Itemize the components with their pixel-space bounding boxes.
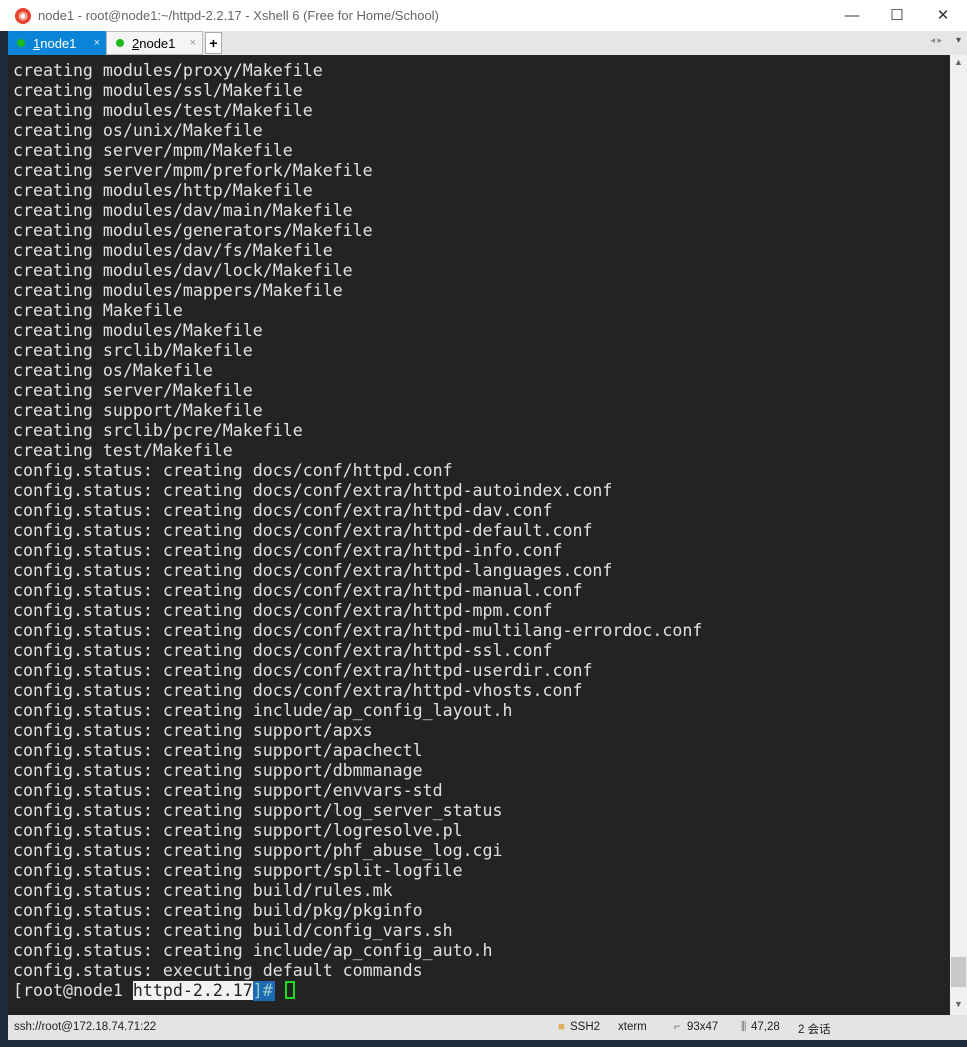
title-bar: ◉ node1 - root@node1:~/httpd-2.2.17 - Xs… xyxy=(0,0,967,31)
terminal-line: creating modules/http/Makefile xyxy=(13,181,313,200)
scroll-up-icon[interactable]: ▲ xyxy=(950,57,967,67)
terminal-line: config.status: creating build/config_var… xyxy=(13,921,453,940)
terminal-line: creating modules/dav/fs/Makefile xyxy=(13,241,333,260)
terminal-line: creating modules/proxy/Makefile xyxy=(13,61,323,80)
terminal-line: config.status: creating support/dbmmanag… xyxy=(13,761,423,780)
terminal-line: config.status: creating docs/conf/extra/… xyxy=(13,621,703,640)
terminal-scrollbar[interactable]: ▲ ▼ xyxy=(950,55,967,1015)
terminal-line: creating support/Makefile xyxy=(13,401,263,420)
close-tab-icon[interactable]: × xyxy=(190,37,196,49)
prompt-suffix: ]# xyxy=(252,981,275,1001)
connected-status-icon xyxy=(116,39,124,47)
terminal-line: config.status: creating support/log_serv… xyxy=(13,801,503,820)
connected-status-icon xyxy=(17,39,25,47)
terminal-line: config.status: creating support/logresol… xyxy=(13,821,463,840)
text-cursor xyxy=(284,981,295,999)
terminal-line: config.status: creating docs/conf/extra/… xyxy=(13,501,553,520)
close-button[interactable]: ✕ xyxy=(920,0,966,31)
terminal-line: config.status: creating docs/conf/extra/… xyxy=(13,681,583,700)
terminal-line: config.status: creating support/phf_abus… xyxy=(13,841,503,860)
window-title: node1 - root@node1:~/httpd-2.2.17 - Xshe… xyxy=(38,8,439,23)
terminal-line: config.status: creating build/pkg/pkginf… xyxy=(13,901,423,920)
terminal-type: xterm xyxy=(618,1021,647,1033)
terminal-line: creating modules/dav/main/Makefile xyxy=(13,201,353,220)
terminal-line: config.status: creating include/ap_confi… xyxy=(13,941,493,960)
terminal-line: creating Makefile xyxy=(13,301,183,320)
maximize-button[interactable]: ☐ xyxy=(874,0,920,31)
terminal-line: creating modules/test/Makefile xyxy=(13,101,313,120)
terminal-line: config.status: executing default command… xyxy=(13,961,423,980)
terminal-line: config.status: creating docs/conf/extra/… xyxy=(13,561,613,580)
terminal-line: config.status: creating support/apachect… xyxy=(13,741,423,760)
terminal-line: creating srclib/Makefile xyxy=(13,341,253,360)
protocol: SSH2 xyxy=(570,1021,601,1033)
terminal-line: config.status: creating docs/conf/httpd.… xyxy=(13,461,453,480)
resize-icon: ⌐ xyxy=(674,1021,681,1033)
terminal-line: config.status: creating docs/conf/extra/… xyxy=(13,641,553,660)
terminal-line: creating modules/ssl/Makefile xyxy=(13,81,303,100)
scroll-down-icon[interactable]: ▼ xyxy=(950,999,967,1009)
tab-session-1[interactable]: 1 node1 × xyxy=(8,31,106,55)
tab-scroll-arrows[interactable]: ◂ ▸ xyxy=(930,35,942,46)
shell-prompt: [root@node1 httpd-2.2.17]# xyxy=(13,981,950,1001)
status-bar: ssh://root@172.18.74.71:22 ■ SSH2 xterm … xyxy=(8,1015,967,1040)
connection-address: ssh://root@172.18.74.71:22 xyxy=(14,1021,157,1033)
tab-number: 2 xyxy=(132,35,140,51)
terminal-line: creating server/mpm/Makefile xyxy=(13,141,293,160)
session-count: 2 会话 xyxy=(798,1024,831,1036)
terminal-line: config.status: creating support/apxs xyxy=(13,721,373,740)
terminal-line: config.status: creating include/ap_confi… xyxy=(13,701,513,720)
terminal-line: creating server/mpm/prefork/Makefile xyxy=(13,161,373,180)
prompt-directory: httpd-2.2.17 xyxy=(132,981,253,1000)
terminal-line: creating server/Makefile xyxy=(13,381,253,400)
terminal-line: creating modules/mappers/Makefile xyxy=(13,281,343,300)
terminal-line: config.status: creating docs/conf/extra/… xyxy=(13,521,593,540)
lock-icon: ■ xyxy=(558,1021,565,1033)
xshell-logo-icon: ◉ xyxy=(15,7,31,24)
terminal-line: creating modules/generators/Makefile xyxy=(13,221,373,240)
terminal-line: config.status: creating build/rules.mk xyxy=(13,881,393,900)
terminal-size: 93x47 xyxy=(687,1021,719,1033)
prompt-user-host: [root@node1 xyxy=(13,981,133,1000)
cursor-icon: ⫼ xyxy=(741,1021,747,1033)
terminal-line: creating modules/Makefile xyxy=(13,321,263,340)
terminal-line: creating os/unix/Makefile xyxy=(13,121,263,140)
terminal-line: creating modules/dav/lock/Makefile xyxy=(13,261,353,280)
cursor-position: 47,28 xyxy=(751,1021,780,1033)
tab-session-2[interactable]: 2 node1 × xyxy=(106,31,203,55)
terminal-line: creating os/Makefile xyxy=(13,361,213,380)
terminal-line: config.status: creating support/envvars-… xyxy=(13,781,443,800)
terminal-line: config.status: creating docs/conf/extra/… xyxy=(13,541,563,560)
terminal-line: config.status: creating docs/conf/extra/… xyxy=(13,581,583,600)
tab-number: 1 xyxy=(33,35,41,51)
add-tab-button[interactable]: + xyxy=(205,32,222,54)
terminal-line: config.status: creating docs/conf/extra/… xyxy=(13,481,613,500)
close-tab-icon[interactable]: × xyxy=(94,37,100,49)
terminal-line: config.status: creating docs/conf/extra/… xyxy=(13,601,553,620)
scrollbar-thumb[interactable] xyxy=(951,957,966,987)
terminal-line: config.status: creating docs/conf/extra/… xyxy=(13,661,593,680)
tab-bar: 1 node1 × 2 node1 × + ◂ ▸ ▾ xyxy=(8,31,967,55)
terminal-line: creating test/Makefile xyxy=(13,441,233,460)
tab-label: node1 xyxy=(139,35,176,51)
tab-list-menu-icon[interactable]: ▾ xyxy=(956,35,961,46)
terminal-line: creating srclib/pcre/Makefile xyxy=(13,421,303,440)
minimize-button[interactable]: — xyxy=(829,0,875,31)
terminal-output[interactable]: creating modules/proxy/Makefile creating … xyxy=(8,55,950,1015)
tab-label: node1 xyxy=(40,35,77,51)
terminal-line: config.status: creating support/split-lo… xyxy=(13,861,463,880)
